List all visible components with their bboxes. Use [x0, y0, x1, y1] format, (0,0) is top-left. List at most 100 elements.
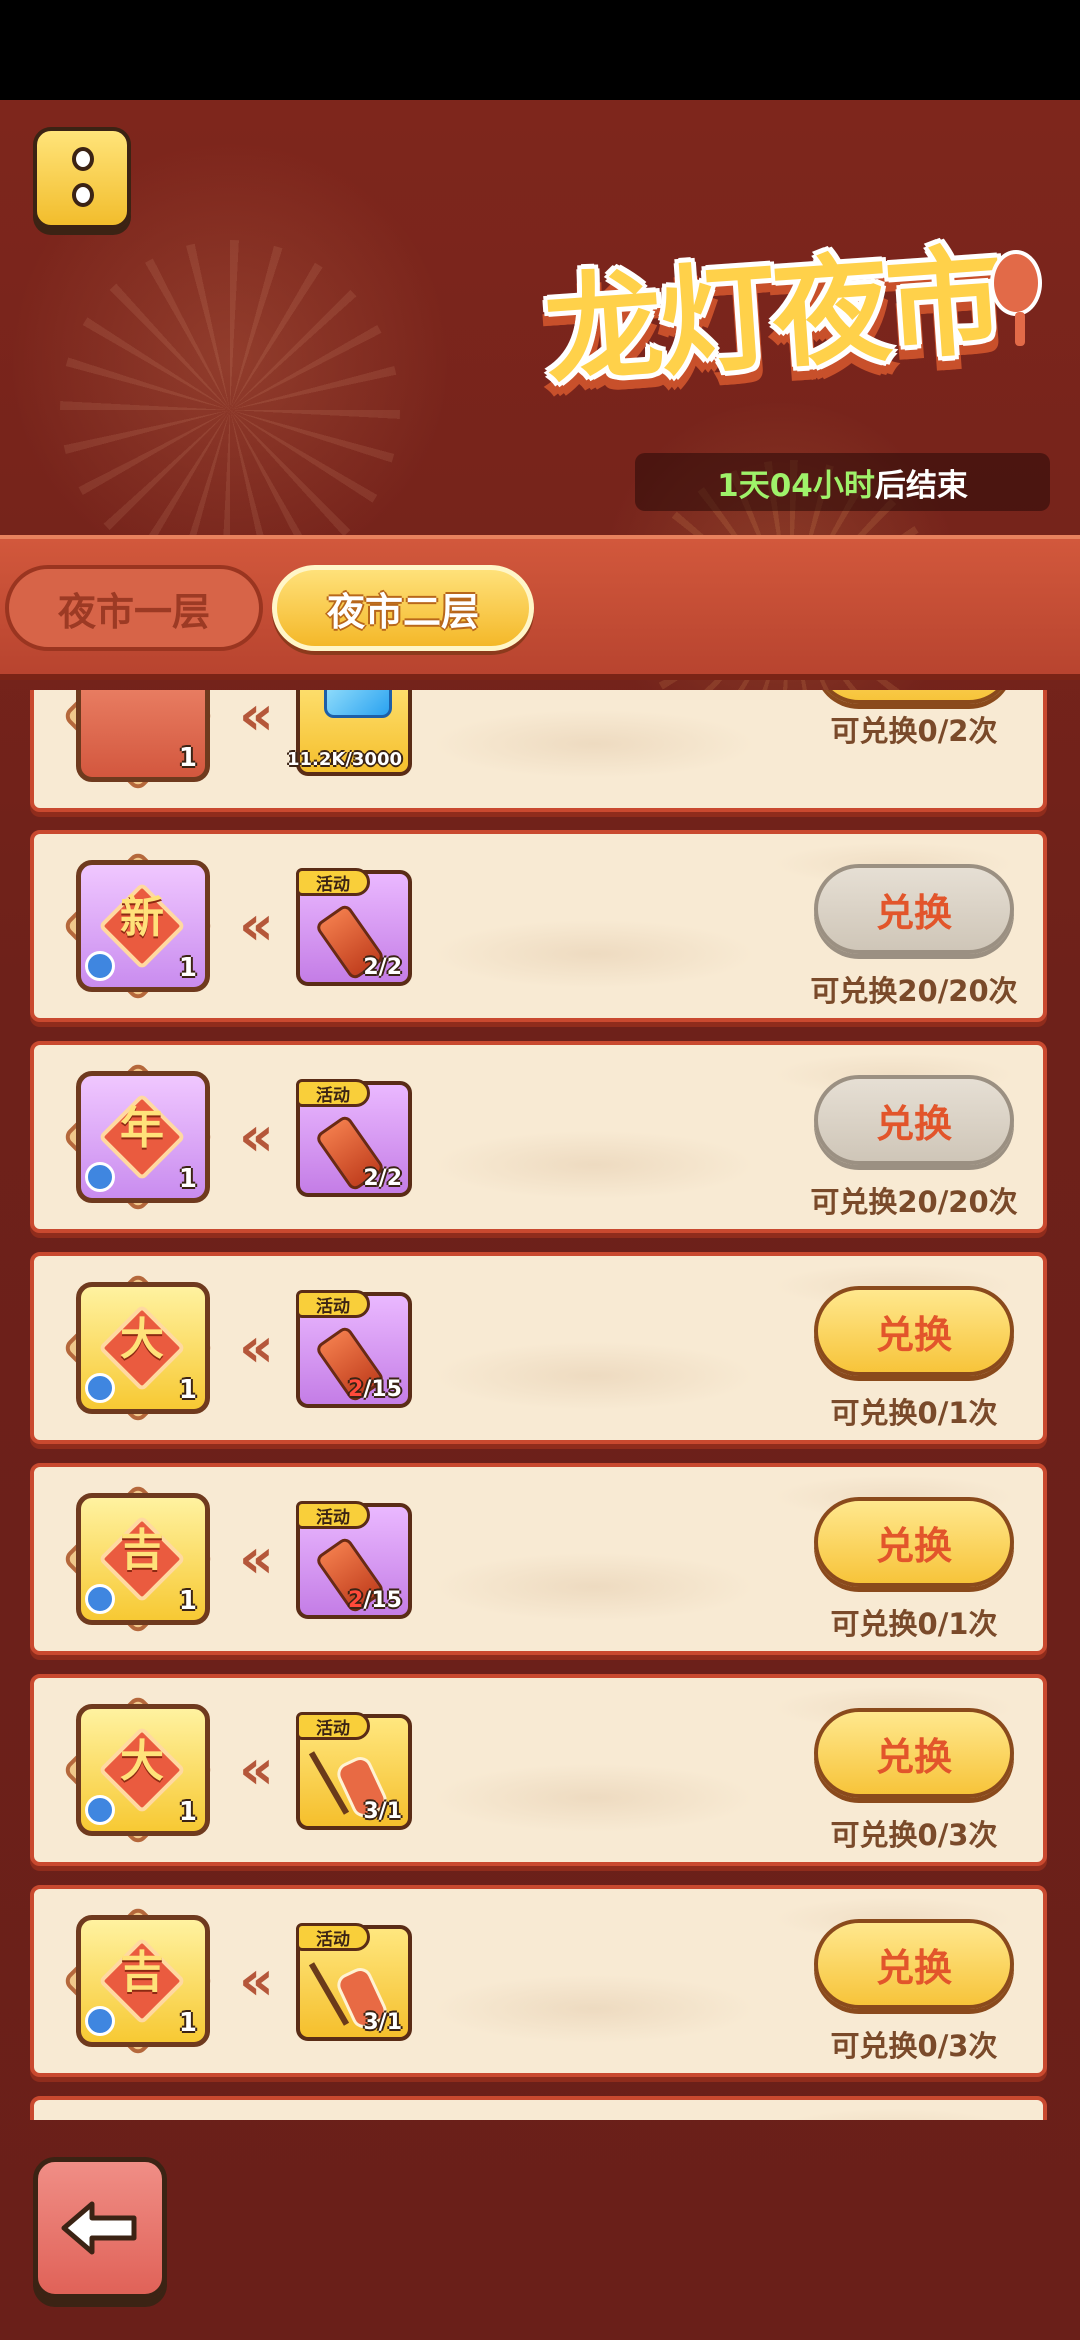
cost-count: 11.2K/3000: [286, 749, 402, 770]
reward-qty: 1: [178, 743, 197, 773]
menu-dot-icon: [72, 147, 94, 171]
clock-icon: [85, 2006, 115, 2036]
reward-frame: 大 1: [56, 1688, 220, 1852]
reward-frame: 吉 1: [56, 1477, 220, 1641]
cost-count: 3/1: [363, 1799, 402, 1824]
reward-card: 大 1: [76, 1282, 210, 1414]
exchange-arrow-icon: «: [239, 1738, 274, 1801]
status-bar: [0, 0, 1080, 100]
exchange-row: 1 « 11.2K/3000 兑换 可兑换0/2次: [30, 690, 1047, 812]
exchange-button[interactable]: 兑换: [814, 1075, 1014, 1165]
back-button[interactable]: [33, 2157, 167, 2299]
cost-count: 2/15: [348, 1377, 402, 1402]
countdown-time: 1天04小时: [717, 467, 875, 504]
cost-item: 活动 3/1: [296, 1923, 412, 2041]
cost-count: 2/2: [363, 955, 402, 980]
reward-frame: 1: [56, 690, 220, 798]
clock-icon: [85, 1373, 115, 1403]
clock-icon: [85, 1584, 115, 1614]
reward-card: 吉 1: [76, 1493, 210, 1625]
exchange-list[interactable]: 1 « 11.2K/3000 兑换 可兑换0/2次 新 1 « 活动 2/2 兑…: [0, 690, 1080, 2120]
event-tag: 活动: [296, 1712, 370, 1740]
exchange-limit: 可兑换0/1次: [830, 1607, 998, 1641]
event-tag: 活动: [296, 1923, 370, 1951]
reward-card: 新 1: [76, 860, 210, 992]
exchange-button[interactable]: 兑换: [814, 1708, 1014, 1798]
exchange-button[interactable]: 兑换: [814, 1497, 1014, 1587]
exchange-row: 新 1 « 活动 2/2 兑换 可兑换20/20次: [30, 830, 1047, 1022]
exchange-button[interactable]: 兑换: [814, 690, 1014, 704]
cost-count: 2/15: [348, 1588, 402, 1613]
reward-qty: 1: [178, 2008, 197, 2038]
reward-frame: 年 1: [56, 1055, 220, 1219]
reward-card: 年 1: [76, 1071, 210, 1203]
exchange-limit: 可兑换0/1次: [830, 1396, 998, 1430]
exchange-row: 大 1 « 活动 3/1 兑换 可兑换0/3次: [30, 1674, 1047, 1866]
clock-icon: [85, 1795, 115, 1825]
reward-qty: 1: [178, 1164, 197, 1194]
exchange-arrow-icon: «: [239, 1316, 274, 1379]
exchange-limit: 可兑换0/2次: [830, 714, 998, 748]
cost-item: 活动 2/2: [296, 1079, 412, 1197]
exchange-arrow-icon: «: [239, 894, 274, 957]
clock-icon: [85, 1162, 115, 1192]
exchange-button[interactable]: 兑换: [814, 864, 1014, 954]
reward-char: 大: [120, 1314, 164, 1365]
reward-frame: 新 1: [56, 844, 220, 1008]
reward-qty: 1: [178, 1375, 197, 1405]
cost-count: 2/2: [363, 1166, 402, 1191]
exchange-button[interactable]: 兑换: [814, 1919, 1014, 2009]
cost-item: 11.2K/3000: [287, 690, 412, 776]
exchange-row: 吉 1 « 活动 2/15 兑换 可兑换0/1次: [30, 1463, 1047, 1655]
tab-floor-2[interactable]: 夜市二层: [272, 565, 534, 651]
exchange-limit: 可兑换0/3次: [830, 2029, 998, 2063]
exchange-arrow-icon: «: [239, 1949, 274, 2012]
cost-count: 3/1: [363, 2010, 402, 2035]
exchange-row: 大 1 « 活动 2/15 兑换 可兑换0/1次: [30, 1252, 1047, 1444]
event-tag: 活动: [296, 1501, 370, 1529]
exchange-row: 年 1 « 活动 2/2 兑换 可兑换20/20次: [30, 1041, 1047, 1233]
cost-item: 活动 2/15: [296, 1501, 412, 1619]
reward-char: 吉: [120, 1525, 164, 1576]
event-title: 龙灯夜市: [540, 230, 1005, 401]
cost-item: 活动 3/1: [296, 1712, 412, 1830]
reward-qty: 1: [178, 953, 197, 983]
reward-card: 1: [76, 690, 210, 782]
reward-card: 大 1: [76, 1704, 210, 1836]
exchange-limit: 可兑换20/20次: [810, 1185, 1018, 1219]
exchange-arrow-icon: «: [239, 1527, 274, 1590]
reward-qty: 1: [178, 1586, 197, 1616]
event-countdown: 1天04小时 后结束: [635, 453, 1050, 511]
event-tag: 活动: [296, 1079, 370, 1107]
menu-button[interactable]: [33, 127, 131, 229]
reward-char: 吉: [120, 1947, 164, 1998]
reward-qty: 1: [178, 1797, 197, 1827]
countdown-suffix: 后结束: [874, 467, 968, 504]
exchange-arrow-icon: «: [239, 690, 274, 747]
floor-tab-bar: 夜市一层 夜市二层: [0, 535, 1080, 680]
reward-char: 新: [120, 892, 164, 943]
clock-icon: [85, 951, 115, 981]
cost-item: 活动 2/15: [296, 1290, 412, 1408]
exchange-arrow-icon: «: [239, 1105, 274, 1168]
cost-item: 活动 2/2: [296, 868, 412, 986]
lantern-tassel-icon: [1015, 312, 1025, 346]
tab-floor-1[interactable]: 夜市一层: [5, 565, 263, 651]
exchange-limit: 可兑换0/3次: [830, 1818, 998, 1852]
reward-char: 年: [120, 1103, 164, 1154]
event-tag: 活动: [296, 868, 370, 896]
reward-frame: 吉 1: [56, 1899, 220, 2063]
back-arrow-icon: [61, 2201, 137, 2255]
exchange-row: [30, 2096, 1047, 2120]
event-tag: 活动: [296, 1290, 370, 1318]
gem-cube-icon: [324, 690, 392, 718]
reward-char: 大: [120, 1736, 164, 1787]
exchange-limit: 可兑换20/20次: [810, 974, 1018, 1008]
reward-card: 吉 1: [76, 1915, 210, 2047]
reward-frame: 大 1: [56, 1266, 220, 1430]
menu-dot-icon: [72, 183, 94, 207]
exchange-button[interactable]: 兑换: [814, 1286, 1014, 1376]
firework-decoration: [60, 240, 400, 580]
exchange-row: 吉 1 « 活动 3/1 兑换 可兑换0/3次: [30, 1885, 1047, 2077]
lantern-icon: [990, 250, 1042, 316]
